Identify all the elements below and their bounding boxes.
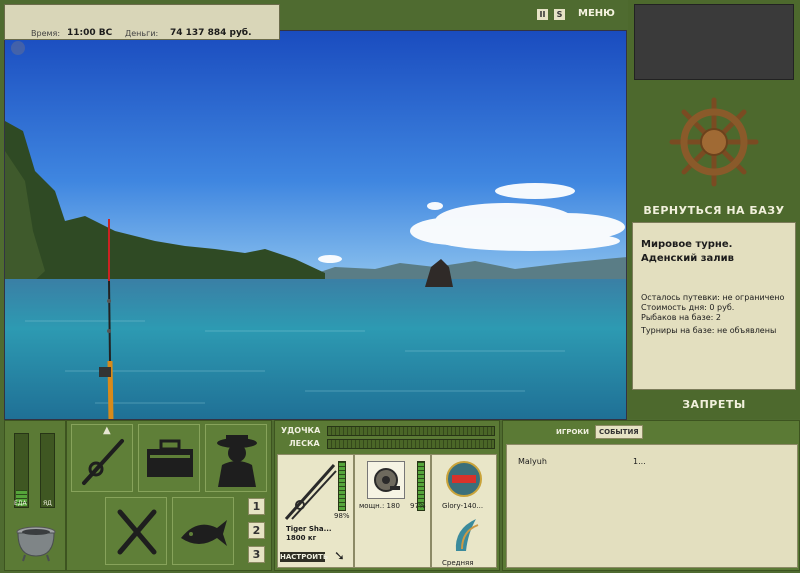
rod-name: Tiger Sha... <box>286 525 332 533</box>
event-player-name: Malyuh <box>518 457 547 466</box>
fishing-scene[interactable] <box>4 30 627 420</box>
bans-button[interactable]: ЗАПРЕТЫ <box>632 398 796 411</box>
rod-tension-bar <box>327 426 495 436</box>
food-meter <box>14 433 29 508</box>
slot-3-button[interactable]: 3 <box>248 546 265 563</box>
lure-name: Средняя <box>442 559 474 567</box>
rod-capacity: 1800 кг <box>286 534 317 542</box>
knife-fork-icon <box>117 509 157 555</box>
time-label: Время: <box>31 29 61 38</box>
return-to-base-button[interactable]: ВЕРНУТЬСЯ НА БАЗУ <box>632 204 796 217</box>
food-button[interactable] <box>105 497 167 565</box>
reel-percent: 97% <box>410 502 426 510</box>
fisherman-icon <box>217 435 257 487</box>
fisherman-button[interactable] <box>205 424 267 492</box>
info-line: Рыбаков на базе: 2 <box>641 313 721 322</box>
reel-card[interactable]: мощн.: 180 97% <box>354 454 431 568</box>
rod-card[interactable]: 98% Tiger Sha... 1800 кг НАСТРОИТЬ ➘ <box>277 454 354 568</box>
rod-condition-bar <box>338 461 346 511</box>
tackle-box-button[interactable] <box>138 424 200 492</box>
line-name: Glory-140... <box>442 502 484 510</box>
minimap[interactable] <box>634 4 794 80</box>
lake-view <box>5 31 626 419</box>
rod-icon <box>284 464 337 520</box>
poison-meter <box>40 433 55 508</box>
money-label: Деньги: <box>125 29 159 38</box>
tackle-button[interactable]: ▲ <box>71 424 133 492</box>
money-value: 74 137 884 руб. <box>170 28 252 38</box>
rod-label: УДОЧКА <box>281 426 321 435</box>
sound-icon[interactable]: S <box>554 9 565 20</box>
setup-button[interactable]: НАСТРОИТЬ <box>280 552 328 562</box>
info-line: Осталось путевки: не ограничено <box>641 293 785 302</box>
compass-icon[interactable] <box>11 41 25 55</box>
arrow-icon[interactable]: ➘ <box>334 549 345 564</box>
line-lure-card[interactable]: Glory-140... Средняя <box>431 454 497 568</box>
line-label: ЛЕСКА <box>289 439 320 448</box>
pause-icon[interactable]: II <box>537 9 548 20</box>
base-info-panel: Мировое турне. Аденский залив Осталось п… <box>632 222 796 390</box>
tab-events[interactable]: СОБЫТИЯ <box>595 425 643 439</box>
reel-power: мощн.: 180 <box>359 502 400 510</box>
fish-button[interactable] <box>172 497 234 565</box>
lure-icon <box>455 519 479 551</box>
line-tension-bar <box>327 439 495 449</box>
event-value: 1... <box>633 457 646 466</box>
line-spool-icon <box>446 461 482 497</box>
tab-players[interactable]: ИГРОКИ <box>556 428 589 436</box>
base-info-list: Осталось путевки: не ограничено Стоимост… <box>641 293 784 336</box>
info-line: Турниры на базе: не объявлены <box>641 326 777 335</box>
slot-2-button[interactable]: 2 <box>248 522 265 539</box>
rod-reel-icon <box>82 439 124 485</box>
slot-1-button[interactable]: 1 <box>248 498 265 515</box>
poison-label: ЯД <box>43 500 52 507</box>
time-value: 11:00 ВС <box>67 28 113 38</box>
pot-icon[interactable] <box>13 518 59 562</box>
ship-wheel-icon[interactable] <box>668 96 760 188</box>
tackle-box-icon <box>147 439 193 477</box>
food-label: ЕДА <box>14 500 27 507</box>
location-title: Мировое турне. Аденский залив <box>641 239 734 264</box>
events-list[interactable]: Malyuh 1... <box>506 444 798 568</box>
menu-button[interactable]: МЕНЮ <box>578 8 615 19</box>
fish-icon <box>181 520 227 546</box>
rod-percent: 98% <box>334 512 350 520</box>
status-bar: Время: 11:00 ВС Деньги: 74 137 884 руб. <box>4 4 280 40</box>
info-line: Стоимость дня: 0 руб. <box>641 303 735 312</box>
reel-icon <box>367 461 405 499</box>
meters-panel: ЕДА ЯД <box>4 420 66 571</box>
